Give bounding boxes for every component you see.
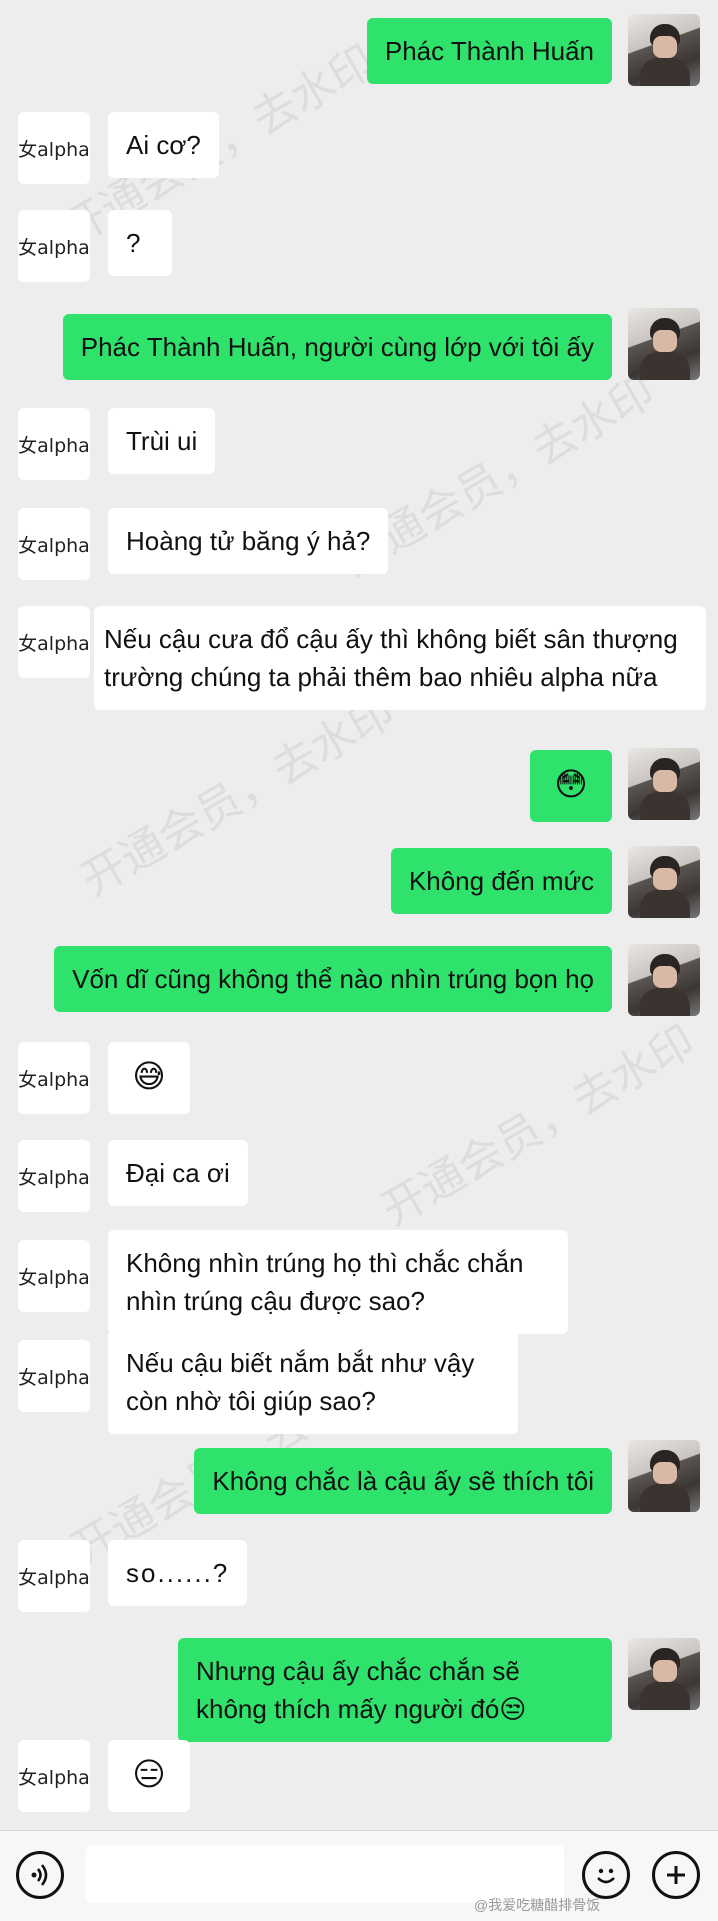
avatar[interactable]	[628, 308, 700, 380]
chat-area: 开通会员，去水印 开通会员，去水印 开通会员，去水印 开通会员，去水印 开通会员…	[0, 0, 718, 1830]
avatar[interactable]	[628, 1638, 700, 1710]
received-message[interactable]: Không nhìn trúng họ thì chắc chắn nhìn t…	[108, 1230, 568, 1334]
sent-message[interactable]: Phác Thành Huấn	[366, 18, 612, 84]
sent-message[interactable]: Phác Thành Huấn, người cùng lớp với tôi …	[62, 314, 612, 380]
avatar[interactable]: 女alpha	[18, 408, 90, 480]
avatar[interactable]: 女alpha	[18, 508, 90, 580]
received-message[interactable]: Trùi ui	[108, 408, 216, 474]
plus-glyph	[667, 1866, 685, 1884]
avatar[interactable]: 女alpha	[18, 1042, 90, 1114]
sent-message[interactable]: Vốn dĩ cũng không thể nào nhìn trúng bọn…	[54, 946, 612, 1012]
received-message[interactable]: ?	[108, 210, 172, 276]
footer-credit: @我爱吃糖醋排骨饭	[474, 1897, 601, 1913]
received-message[interactable]: Nếu cậu biết nắm bắt như vậy còn nhờ tôi…	[108, 1330, 518, 1434]
avatar[interactable]: 女alpha	[18, 112, 90, 184]
sent-message[interactable]: Nhưng cậu ấy chắc chắn sẽ không thích mấ…	[178, 1638, 612, 1742]
watermark: 开通会员，去水印	[73, 685, 404, 906]
received-message[interactable]: 😅	[108, 1042, 190, 1114]
avatar[interactable]	[628, 944, 700, 1016]
sent-message[interactable]: 😳	[530, 750, 612, 822]
watermark: 开通会员，去水印	[373, 1015, 704, 1236]
avatar[interactable]	[628, 14, 700, 86]
avatar[interactable]	[628, 748, 700, 820]
chat-input-bar	[0, 1830, 718, 1921]
sent-message[interactable]: Không đến mức	[390, 848, 612, 914]
received-message[interactable]: so......?	[108, 1540, 248, 1606]
voice-glyph	[31, 1864, 48, 1886]
plus-icon[interactable]	[652, 1851, 700, 1899]
avatar[interactable]: 女alpha	[18, 210, 90, 282]
received-message[interactable]: 😑	[108, 1740, 190, 1812]
avatar[interactable]	[628, 846, 700, 918]
avatar[interactable]: 女alpha	[18, 1740, 90, 1812]
avatar[interactable]: 女alpha	[18, 1240, 90, 1312]
avatar[interactable]: 女alpha	[18, 1140, 90, 1212]
avatar[interactable]: 女alpha	[18, 1340, 90, 1412]
sent-message[interactable]: Không chắc là cậu ấy sẽ thích tôi	[194, 1448, 612, 1514]
emoji-icon[interactable]	[582, 1851, 630, 1899]
avatar[interactable]	[628, 1440, 700, 1512]
voice-icon[interactable]	[16, 1851, 64, 1899]
avatar[interactable]: 女alpha	[18, 606, 90, 678]
received-message[interactable]: Hoàng tử băng ý hả?	[108, 508, 389, 574]
received-message[interactable]: Đại ca ơi	[108, 1140, 248, 1206]
received-message[interactable]: Nếu cậu cưa đổ cậu ấy thì không biết sân…	[94, 606, 706, 710]
received-message[interactable]: Ai cơ?	[108, 112, 219, 178]
emoji-glyph	[597, 1868, 615, 1884]
avatar[interactable]: 女alpha	[18, 1540, 90, 1612]
